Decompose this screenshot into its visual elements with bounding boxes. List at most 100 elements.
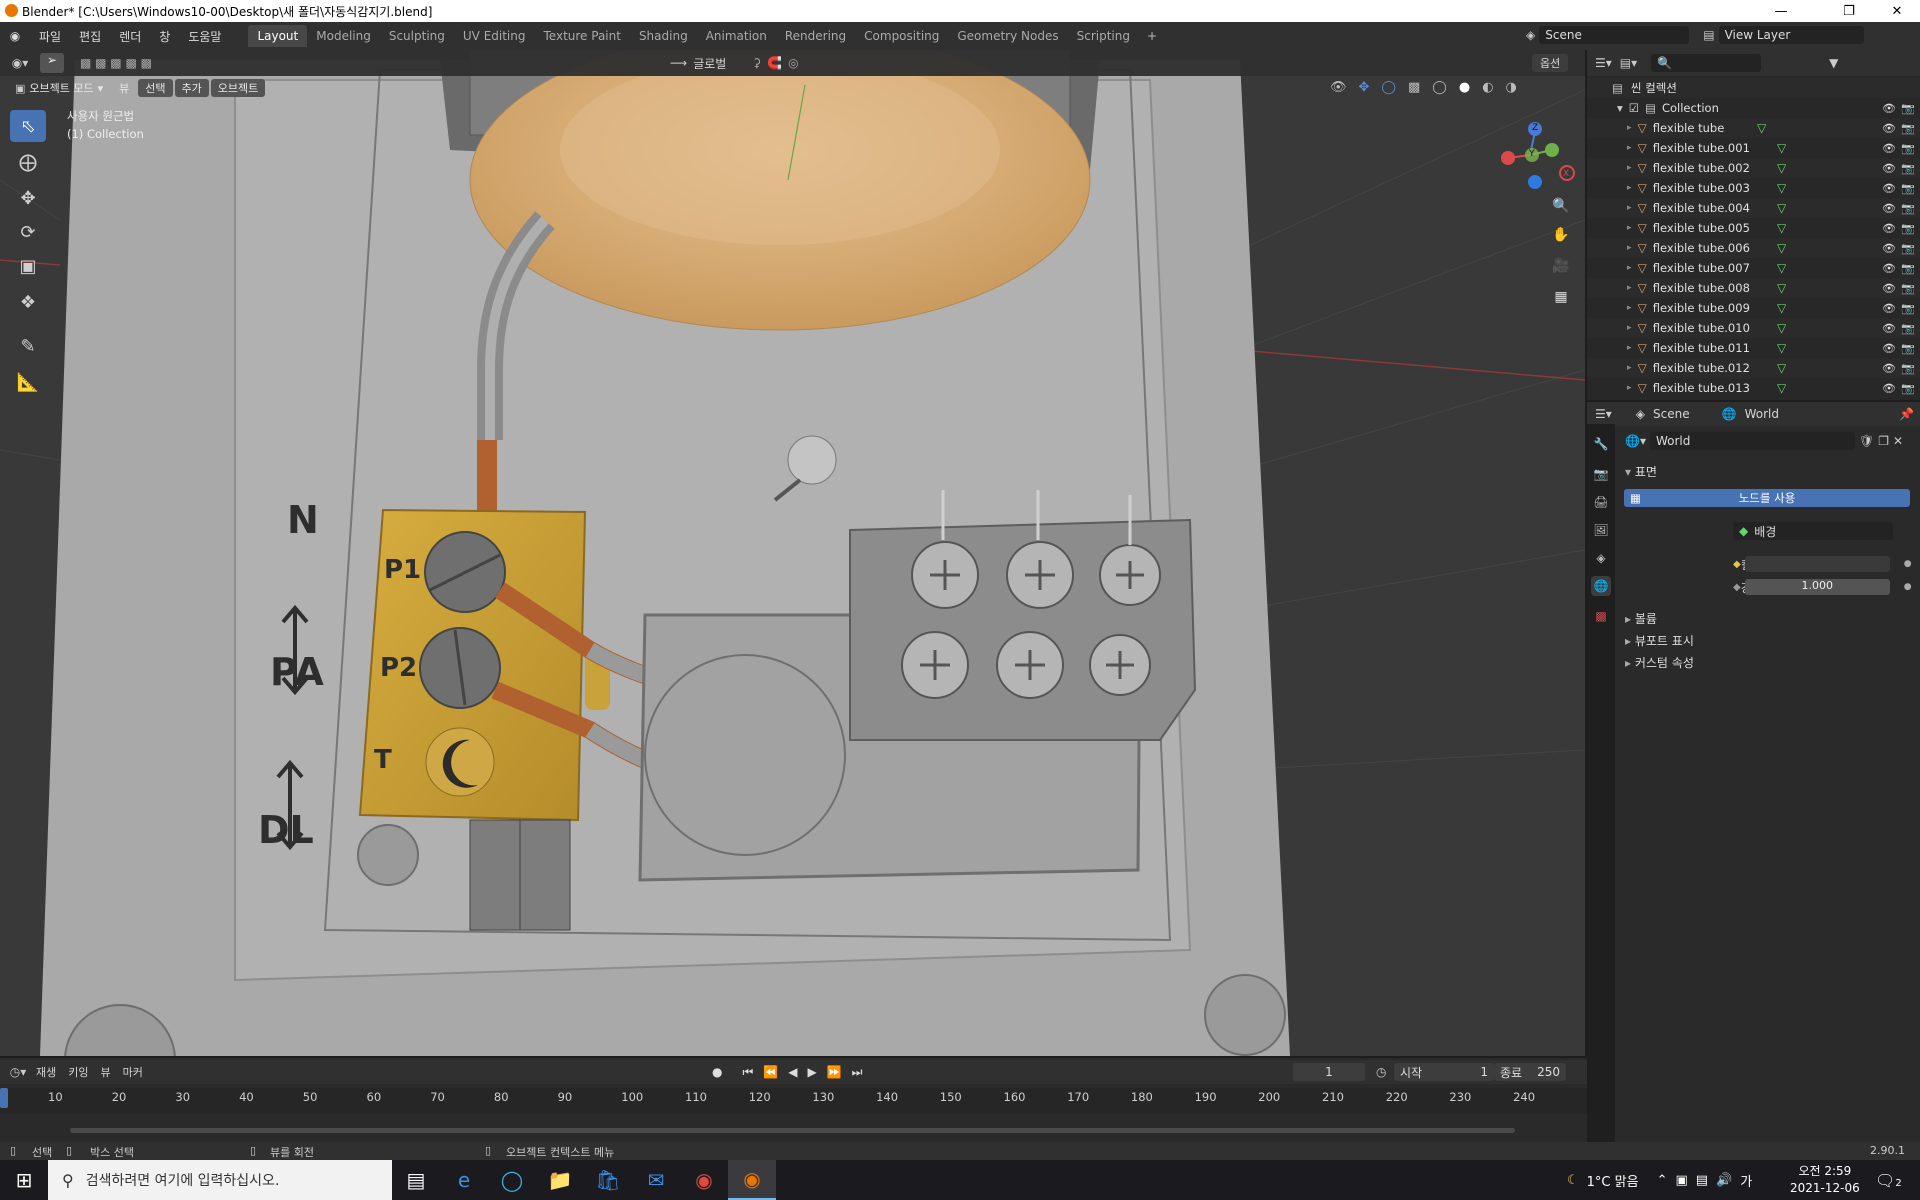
- eye-icon[interactable]: 👁: [1882, 222, 1896, 235]
- move-tool-icon[interactable]: ✥: [10, 182, 46, 214]
- restore-button[interactable]: ❐: [1826, 0, 1872, 22]
- camera-icon[interactable]: 📷: [1901, 262, 1915, 275]
- outliner-search-input[interactable]: 🔍: [1651, 54, 1762, 72]
- playhead[interactable]: [0, 1088, 8, 1108]
- eye-icon[interactable]: 👁: [1882, 182, 1896, 195]
- menu-1[interactable]: 편집: [70, 28, 110, 45]
- workspace-tab-sculpting[interactable]: Sculpting: [380, 25, 454, 47]
- view-layer-tab-icon[interactable]: 🖼: [1591, 520, 1611, 540]
- mesh-data-icon[interactable]: ▽: [1777, 361, 1786, 375]
- camera-icon[interactable]: 📷: [1901, 342, 1915, 355]
- volume-icon[interactable]: 🔊: [1716, 1173, 1732, 1188]
- blender-taskbar-icon[interactable]: ◉: [728, 1160, 776, 1200]
- annotate-tool-icon[interactable]: ✎: [10, 330, 46, 362]
- scene-selector[interactable]: Scene: [1539, 26, 1690, 44]
- eye-icon[interactable]: 👁: [1882, 302, 1896, 315]
- outliner-item[interactable]: ▸ ▽ flexible tube.012 ▽ 👁 📷: [1587, 358, 1920, 378]
- unlink-icon[interactable]: ✕: [1893, 434, 1903, 448]
- outliner-filter-icon[interactable]: ▤▾: [1620, 56, 1637, 70]
- output-tab-icon[interactable]: 🖨: [1591, 492, 1611, 512]
- outliner-item[interactable]: ▸ ▽ flexible tube.008 ▽ 👁 📷: [1587, 278, 1920, 298]
- object-menu[interactable]: 오브젝트: [210, 79, 266, 97]
- menu-4[interactable]: 도움말: [179, 28, 230, 45]
- tray-chevron-icon[interactable]: ⌃: [1657, 1173, 1668, 1188]
- world-name-field[interactable]: World: [1649, 432, 1855, 450]
- render-tab-icon[interactable]: 📷: [1591, 464, 1611, 484]
- outliner-item[interactable]: ▸ ▽ flexible tube.002 ▽ 👁 📷: [1587, 158, 1920, 178]
- surface-shader-field[interactable]: ◆ 배경: [1733, 522, 1893, 540]
- use-nodes-button[interactable]: ▦ 노드를 사용: [1624, 489, 1910, 507]
- eye-icon[interactable]: 👁: [1882, 162, 1896, 175]
- timeline-menu-2[interactable]: 뷰: [101, 1064, 111, 1080]
- eye-icon[interactable]: 👁: [1882, 202, 1896, 215]
- workspace-tab-compositing[interactable]: Compositing: [855, 25, 948, 47]
- start-frame-field[interactable]: 시작 1: [1394, 1063, 1494, 1081]
- timeline-menu-1[interactable]: 키잉: [68, 1064, 88, 1080]
- camera-icon[interactable]: 📷: [1901, 322, 1915, 335]
- menu-3[interactable]: 창: [150, 28, 179, 45]
- camera-icon[interactable]: 📷: [1901, 122, 1915, 135]
- camera-icon[interactable]: 📷: [1901, 382, 1915, 395]
- workspace-tab-animation[interactable]: Animation: [697, 25, 776, 47]
- outliner-item[interactable]: ▸ ▽ flexible tube ▽ 👁 📷: [1587, 118, 1920, 138]
- camera-icon[interactable]: 📷: [1901, 102, 1915, 115]
- taskbar-search-input[interactable]: ⚲ 검색하려면 여기에 입력하십시오.: [48, 1160, 392, 1200]
- workspace-tab-texture-paint[interactable]: Texture Paint: [535, 25, 630, 47]
- workspace-tab-geometry-nodes[interactable]: Geometry Nodes: [948, 25, 1067, 47]
- select-tool-icon[interactable]: ⬁: [10, 110, 46, 142]
- funnel-icon[interactable]: ▼: [1829, 56, 1838, 70]
- minimize-button[interactable]: —: [1758, 0, 1804, 22]
- scene-tab-icon[interactable]: ◈: [1591, 548, 1611, 568]
- select-mode-icon[interactable]: ➢: [40, 53, 64, 73]
- network-icon[interactable]: ▤: [1696, 1173, 1708, 1188]
- jump-end-icon[interactable]: ⏭: [852, 1065, 863, 1080]
- custom-props-panel-header[interactable]: ▸ 커스텀 속성: [1625, 654, 1694, 671]
- pin-icon[interactable]: 📌: [1899, 407, 1914, 421]
- mesh-data-icon[interactable]: ▽: [1777, 221, 1786, 235]
- viewport-display-panel-header[interactable]: ▸ 뷰포트 표시: [1625, 632, 1694, 649]
- ortho-grid-icon[interactable]: ▦: [1548, 284, 1574, 310]
- outliner-item[interactable]: ▸ ▽ flexible tube.013 ▽ 👁 📷: [1587, 378, 1920, 398]
- workspace-tab-shading[interactable]: Shading: [630, 25, 697, 47]
- timeline-scrollbar[interactable]: [70, 1128, 1515, 1133]
- texture-tab-icon[interactable]: ▩: [1591, 606, 1611, 626]
- xray-icon[interactable]: ▩: [1408, 80, 1420, 95]
- close-button[interactable]: ✕: [1874, 0, 1920, 22]
- mesh-data-icon[interactable]: ▽: [1777, 201, 1786, 215]
- options-dropdown[interactable]: 옵션: [1532, 54, 1569, 72]
- record-icon[interactable]: ●: [712, 1065, 722, 1080]
- workspace-tab-modeling[interactable]: Modeling: [307, 25, 380, 47]
- mesh-data-icon[interactable]: ▽: [1777, 281, 1786, 295]
- meet-icon[interactable]: ▣: [1675, 1173, 1687, 1188]
- menu-2[interactable]: 렌더: [110, 28, 150, 45]
- mesh-data-icon[interactable]: ▽: [1777, 181, 1786, 195]
- mail-icon[interactable]: ✉: [632, 1160, 680, 1200]
- eye-icon[interactable]: 👁: [1882, 322, 1896, 335]
- camera-view-icon[interactable]: 🎥: [1548, 253, 1574, 279]
- chrome-icon[interactable]: ◉: [680, 1160, 728, 1200]
- camera-icon[interactable]: 📷: [1901, 242, 1915, 255]
- checkbox-icon[interactable]: ☑: [1629, 101, 1639, 115]
- add-workspace-button[interactable]: +: [1139, 29, 1165, 43]
- play-reverse-icon[interactable]: ◀: [788, 1065, 797, 1080]
- properties-editor-icon[interactable]: ☰▾: [1595, 407, 1612, 421]
- edge-icon[interactable]: ◯: [488, 1160, 536, 1200]
- outliner-item[interactable]: ▸ ▽ flexible tube.010 ▽ 👁 📷: [1587, 318, 1920, 338]
- eye-icon[interactable]: 👁: [1882, 122, 1896, 135]
- keyframe-dot-icon[interactable]: ●: [1904, 582, 1912, 592]
- outliner-item[interactable]: ▸ ▽ flexible tube.011 ▽ 👁 📷: [1587, 338, 1920, 358]
- mesh-data-icon[interactable]: ▽: [1777, 141, 1786, 155]
- mesh-data-icon[interactable]: ▽: [1777, 321, 1786, 335]
- eye-icon[interactable]: 👁: [1882, 342, 1896, 355]
- camera-icon[interactable]: 📷: [1901, 302, 1915, 315]
- keyframe-dot-icon[interactable]: ●: [1904, 559, 1912, 569]
- store-icon[interactable]: 🛍: [584, 1160, 632, 1200]
- camera-icon[interactable]: 📷: [1901, 142, 1915, 155]
- mesh-data-icon[interactable]: ▽: [1757, 121, 1766, 135]
- outliner-item[interactable]: ▸ ▽ flexible tube.005 ▽ 👁 📷: [1587, 218, 1920, 238]
- notification-icon[interactable]: 🗨2: [1875, 1171, 1902, 1190]
- jump-start-icon[interactable]: ⏮: [742, 1065, 753, 1080]
- mesh-data-icon[interactable]: ▽: [1777, 341, 1786, 355]
- select-box-modes[interactable]: ▩ ▩ ▩ ▩ ▩: [80, 56, 152, 70]
- solid-shading-icon[interactable]: ●: [1459, 80, 1470, 95]
